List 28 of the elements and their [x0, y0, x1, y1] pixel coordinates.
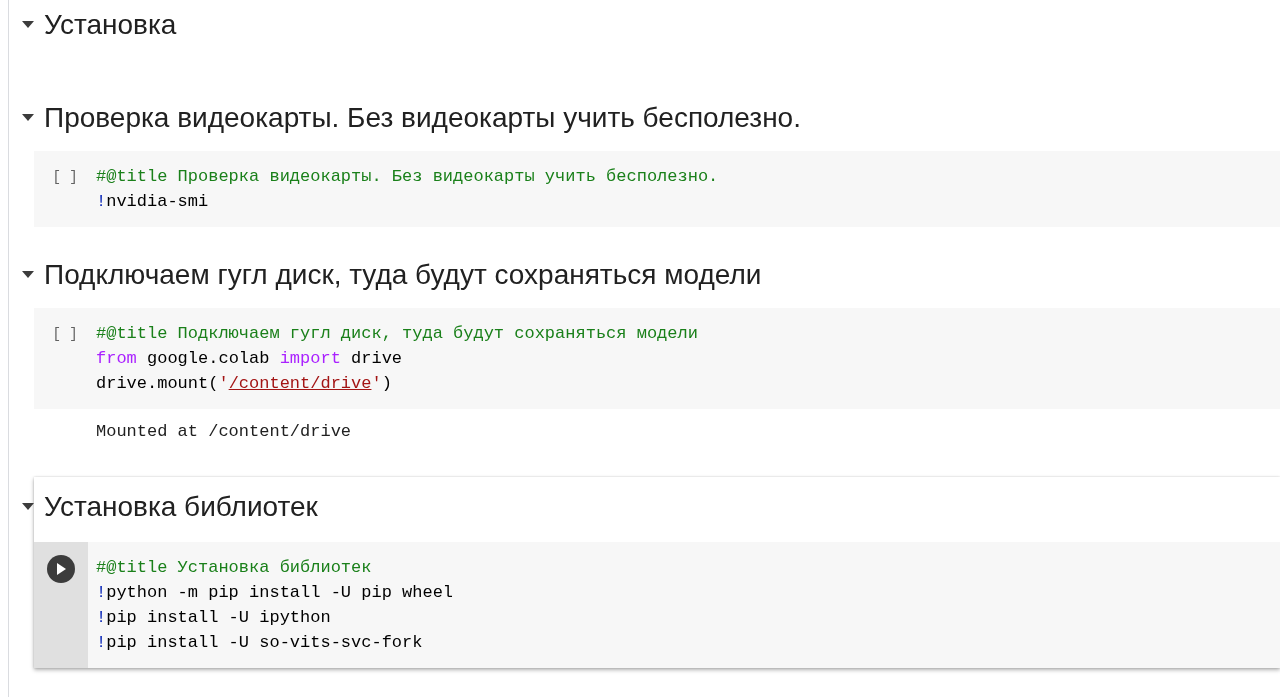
- caret-icon[interactable]: [22, 21, 34, 29]
- section-heading: Установка: [44, 9, 177, 41]
- code-line: #@title Подключаем гугл диск, туда будут сохраняться модели: [96, 323, 698, 345]
- run-indicator[interactable]: [ ]: [52, 165, 78, 227]
- code-line: !pip install -U so-vits-svc-fork: [96, 632, 424, 654]
- play-icon: [56, 563, 66, 575]
- section-heading: Подключаем гугл диск, туда будут сохраняться модели: [44, 259, 762, 291]
- code-cell[interactable]: [ ] #@title Проверка видеокарты. Без видеокарты учить бесполезно. !nvidia-smi: [34, 151, 1280, 227]
- cell-output: Mounted at /content/drive: [95, 421, 353, 443]
- code-line: !pip install -U ipython: [96, 607, 332, 629]
- section-heading: Установка библиотек: [44, 491, 318, 523]
- run-indicator[interactable]: [ ]: [52, 322, 78, 409]
- code-cell[interactable]: #@title Установка библиотек !python -m pip install -U pip wheel !pip install -U ipython !pip install -U so-vits-svc-fork: [34, 542, 1280, 668]
- section-heading: Проверка видеокарты. Без видеокарты учить бесполезно.: [44, 102, 801, 134]
- code-line: !python -m pip install -U pip wheel: [96, 582, 454, 604]
- code-line: from google.colab import drive: [96, 348, 404, 370]
- caret-icon[interactable]: [22, 114, 34, 122]
- section-row[interactable]: Проверка видеокарты. Без видеокарты учить бесполезно. [ ] #@title Проверка видеокарты. Без видеокарты учить бесполезно. !nvidia-smi: [34, 93, 1280, 227]
- run-button[interactable]: [47, 555, 75, 583]
- code-line: drive.mount('/content/drive'): [96, 373, 393, 395]
- section-row[interactable]: Установка: [34, 0, 1280, 50]
- caret-icon[interactable]: [22, 271, 34, 279]
- code-line: !nvidia-smi: [96, 191, 210, 213]
- selected-section-card[interactable]: Установка библиотек #@title Установка библиотек !python -m pip install -U pip wheel !pip install -U ipython !pip install -U so-vits-svc-fork: [34, 477, 1280, 668]
- caret-icon[interactable]: [22, 503, 34, 511]
- code-line: #@title Установка библиотек: [96, 557, 373, 579]
- code-line: #@title Проверка видеокарты. Без видеокарты учить бесполезно.: [96, 166, 719, 188]
- code-cell[interactable]: [ ] #@title Подключаем гугл диск, туда будут сохраняться модели from google.colab import drive drive.mount('/content/drive'): [34, 308, 1280, 409]
